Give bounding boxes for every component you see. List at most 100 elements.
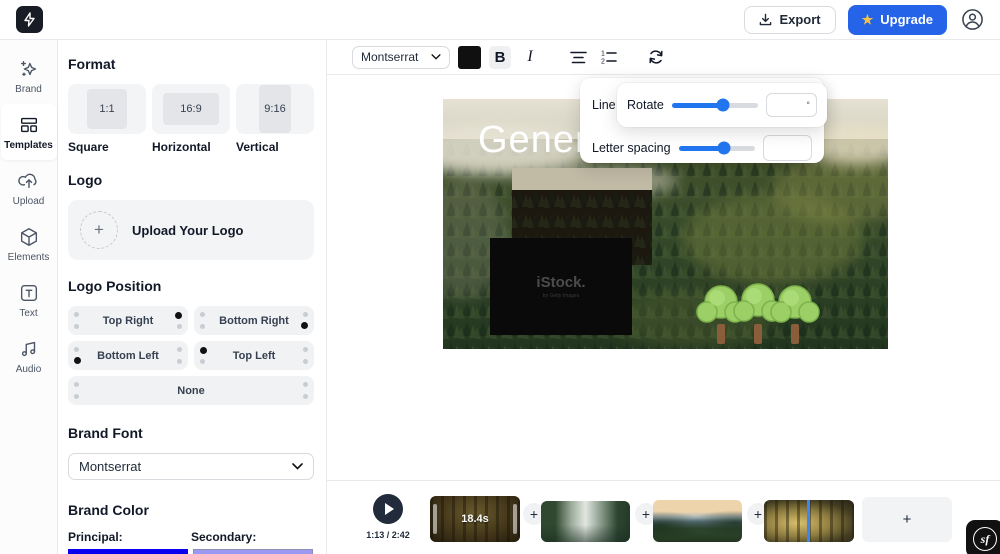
istock-watermark-box[interactable]: iStock. by Getty Images [490,238,632,335]
account-icon [962,9,983,30]
upload-logo-button[interactable]: + Upload Your Logo [68,200,314,260]
play-icon [384,503,394,515]
sidebar-label-upload: Upload [12,196,45,207]
timeline-clip-3[interactable] [653,500,742,542]
brand-font-heading: Brand Font [68,425,143,441]
upgrade-button[interactable]: ★ Upgrade [847,4,947,35]
istock-watermark-text: iStock. [536,274,586,291]
secondary-color-swatch[interactable] [193,549,313,554]
numbered-list-button[interactable]: 12 [597,46,619,69]
letter-spacing-row: Letter spacing [592,133,812,163]
italic-button[interactable]: I [519,46,541,69]
app-window: Export ★ Upgrade Brand Templates Upload [0,0,1000,554]
timeline-bar: 1:13 / 2:42 18.4s + + + + [327,480,1000,554]
play-area: 1:13 / 2:42 [353,494,423,540]
text-color-swatch[interactable] [458,45,481,69]
clip-1-duration: 18.4s [461,513,489,525]
logo-position-options: Top Right Bottom Right Bottom Left Top L… [68,306,314,405]
top-bar: Export ★ Upgrade [0,0,1000,40]
upload-logo-label: Upload Your Logo [132,222,244,238]
export-label: Export [779,12,821,27]
svg-text:2: 2 [601,59,605,65]
position-top-left-button[interactable]: Top Left [194,341,314,370]
timeline-clip-1[interactable]: 18.4s [430,496,520,542]
sidebar-label-templates: Templates [4,140,53,151]
sidebar-item-templates[interactable]: Templates [0,104,57,160]
letter-spacing-input[interactable] [762,135,812,161]
position-bottom-right-button[interactable]: Bottom Right [194,306,314,335]
rotate-slider[interactable] [671,98,758,112]
download-icon [760,13,772,26]
playhead-marker[interactable] [807,500,810,542]
music-notes-icon [21,341,35,357]
app-logo[interactable] [16,6,43,33]
ratio-9-16: 9:16 [259,85,291,133]
format-heading: Format [68,56,116,72]
position-bottom-right-label: Bottom Right [219,314,289,327]
format-label-horizontal: Horizontal [152,140,211,154]
add-clip-card[interactable]: + [862,497,952,542]
letter-spacing-slider-knob[interactable] [717,141,731,155]
lightning-icon [24,12,35,27]
brand-font-value: Montserrat [79,459,142,474]
editor-main: Montserrat B I 12 Genera iStock. by Gett… [327,40,1000,554]
sparkles-icon [20,60,36,77]
format-label-vertical: Vertical [236,140,279,154]
rotate-label: Rotate [627,98,664,112]
sidebar-label-elements: Elements [7,252,50,263]
numbered-list-icon: 12 [601,51,617,65]
cube-icon [20,228,37,246]
star-icon: ★ [861,11,874,27]
istock-watermark-subtext: by Getty Images [542,293,580,299]
sf-widget-button[interactable]: sf [966,520,1000,554]
account-menu-button[interactable] [961,8,984,31]
bold-button[interactable]: B [489,45,511,69]
trees-clipart[interactable] [693,280,823,349]
logo-heading: Logo [68,172,103,188]
sidebar-item-upload[interactable]: Upload [1,160,57,216]
sidebar-label-audio: Audio [15,364,42,375]
brand-font-select[interactable]: Montserrat [68,453,314,480]
format-square-button[interactable]: 1:1 [68,84,146,134]
ratio-1-1: 1:1 [87,89,127,129]
letter-spacing-slider[interactable] [678,141,755,155]
cloud-upload-icon [17,173,37,189]
brand-color-swatches [68,549,314,554]
refresh-button[interactable] [645,46,667,69]
rotate-input[interactable]: ° [765,93,817,117]
templates-grid-icon [20,117,37,133]
rotate-popup: Rotate ° [617,83,827,127]
plus-circle-icon: + [80,211,118,249]
chevron-down-icon [292,463,303,470]
sidebar-item-audio[interactable]: Audio [1,328,57,384]
sidebar-item-text[interactable]: Text [1,272,57,328]
timeline-clip-2[interactable] [541,501,630,542]
sidebar-item-brand[interactable]: Brand [1,48,57,104]
position-top-right-label: Top Right [102,314,154,327]
toolbar-font-value: Montserrat [361,50,419,64]
logo-position-heading: Logo Position [68,278,162,294]
format-vertical-button[interactable]: 9:16 [236,84,314,134]
trees-illustration-icon [696,283,820,344]
sidebar-nav: Brand Templates Upload Elements Text Aud… [0,40,58,554]
sidebar-item-elements[interactable]: Elements [1,216,57,272]
rotate-slider-knob[interactable] [716,98,730,112]
sf-logo-icon: sf [973,527,997,551]
position-none-button[interactable]: None [68,376,314,405]
brand-settings-panel: Format 1:1 16:9 9:16 Square Horizontal V… [58,40,327,554]
format-horizontal-button[interactable]: 16:9 [152,84,230,134]
chevron-down-icon [431,54,441,60]
playback-time: 1:13 / 2:42 [366,530,410,540]
play-button[interactable] [373,494,403,524]
principal-color-swatch[interactable] [68,549,188,554]
format-label-square: Square [68,140,109,154]
sidebar-label-text: Text [19,308,38,319]
position-bottom-left-label: Bottom Left [97,349,159,362]
export-button[interactable]: Export [744,5,836,34]
toolbar-font-select[interactable]: Montserrat [352,45,450,69]
align-center-button[interactable] [567,46,589,69]
position-bottom-left-button[interactable]: Bottom Left [68,341,188,370]
position-top-right-button[interactable]: Top Right [68,306,188,335]
timeline-clip-4[interactable] [764,500,854,542]
text-box-icon [20,284,37,302]
